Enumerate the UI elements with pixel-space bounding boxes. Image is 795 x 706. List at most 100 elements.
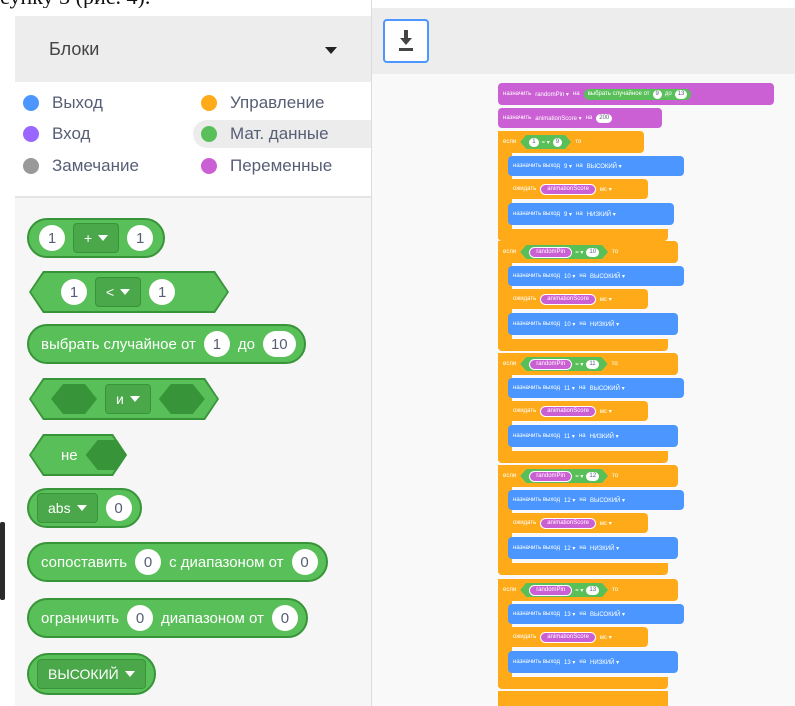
digital-write-low-block[interactable]: назначить выход 12 ▾ на НИЗКИЙ ▾ bbox=[508, 537, 678, 559]
if-block-header[interactable]: если randomPin = ▾ 10 то bbox=[498, 241, 678, 263]
unit-label: мс ▾ bbox=[599, 408, 612, 415]
block-label: назначить bbox=[503, 115, 532, 121]
if-block-header[interactable]: если randomPin = ▾ 13 то bbox=[498, 579, 678, 601]
constrain-block[interactable]: ограничить 0 диапазоном от 0 bbox=[27, 598, 308, 638]
right-operand[interactable]: 13 bbox=[586, 586, 599, 595]
value-input[interactable]: 0 bbox=[127, 605, 154, 631]
wait-block[interactable]: ожидать animationScore мс ▾ bbox=[508, 401, 648, 421]
wait-block[interactable]: ожидать animationScore мс ▾ bbox=[508, 179, 648, 199]
set-score-block[interactable]: назначить animationScore ▾ на 200 bbox=[498, 108, 662, 128]
to-input[interactable]: 10 bbox=[262, 331, 296, 357]
download-button[interactable] bbox=[383, 19, 429, 63]
digital-write-high-block[interactable]: назначить выход 13 ▾ на ВЫСОКИЙ ▾ bbox=[508, 604, 684, 624]
digital-write-high-block[interactable]: назначить выход 11 ▾ на ВЫСОКИЙ ▾ bbox=[508, 378, 684, 398]
from-input[interactable]: 9 bbox=[652, 89, 662, 99]
pin-dropdown[interactable]: 12 ▾ bbox=[564, 497, 575, 504]
from-input[interactable]: 0 bbox=[291, 549, 318, 575]
category-math[interactable]: Мат. данные bbox=[193, 120, 371, 148]
digital-write-low-block[interactable]: назначить выход 9 ▾ на НИЗКИЙ ▾ bbox=[508, 203, 674, 225]
level-dropdown[interactable]: ВЫСОКИЙ ▾ bbox=[590, 497, 625, 504]
and-block[interactable]: и bbox=[29, 378, 219, 420]
operator-dropdown[interactable]: + bbox=[73, 223, 120, 253]
wait-block[interactable]: ожидать animationScore мс ▾ bbox=[508, 289, 648, 309]
digital-write-high-block[interactable]: назначить выход 9 ▾ на ВЫСОКИЙ ▾ bbox=[508, 156, 684, 176]
value-input[interactable]: 0 bbox=[135, 549, 162, 575]
from-input[interactable]: 0 bbox=[271, 605, 298, 631]
empty-condition-slot[interactable] bbox=[159, 384, 205, 414]
level-dropdown[interactable]: НИЗКИЙ ▾ bbox=[587, 211, 616, 218]
right-operand-input[interactable]: 1 bbox=[127, 225, 154, 251]
category-control[interactable]: Управление bbox=[193, 89, 371, 117]
left-operand[interactable]: 1 bbox=[529, 138, 538, 147]
right-operand[interactable]: 9 bbox=[553, 138, 562, 147]
operator-dropdown[interactable]: < bbox=[95, 277, 141, 307]
right-operand-input[interactable]: 1 bbox=[149, 279, 175, 305]
pin-dropdown[interactable]: 12 ▾ bbox=[564, 545, 575, 552]
pin-dropdown[interactable]: 10 ▾ bbox=[564, 321, 575, 328]
level-dropdown[interactable]: НИЗКИЙ ▾ bbox=[590, 659, 619, 666]
pin-dropdown[interactable]: 13 ▾ bbox=[564, 611, 575, 618]
block-label: не bbox=[61, 446, 78, 464]
wait-block[interactable]: ожидать animationScore мс ▾ bbox=[508, 513, 648, 533]
pin-dropdown[interactable]: 11 ▾ bbox=[564, 385, 575, 392]
input-dot-icon bbox=[23, 126, 39, 142]
category-input[interactable]: Вход bbox=[15, 120, 185, 148]
value-input[interactable]: 200 bbox=[596, 113, 613, 123]
category-dropdown[interactable]: Блоки bbox=[15, 16, 371, 82]
right-operand[interactable]: 10 bbox=[586, 248, 599, 257]
abs-block[interactable]: abs 0 bbox=[27, 488, 142, 528]
compare-block[interactable]: 1 < 1 bbox=[29, 271, 229, 313]
if-block-header[interactable]: если randomPin = ▾ 11 то bbox=[498, 353, 678, 375]
value-input[interactable]: 0 bbox=[105, 495, 132, 521]
equals-condition: randomPin = ▾ 12 bbox=[520, 469, 608, 483]
level-dropdown[interactable]: ВЫСОКИЙ ▾ bbox=[590, 611, 625, 618]
digital-write-high-block[interactable]: назначить выход 12 ▾ на ВЫСОКИЙ ▾ bbox=[508, 490, 684, 510]
high-block[interactable]: ВЫСОКИЙ bbox=[27, 653, 156, 695]
level-dropdown[interactable]: ВЫСОКИЙ ▾ bbox=[590, 385, 625, 392]
if-block-header[interactable]: если randomPin = ▾ 12 то bbox=[498, 465, 678, 487]
category-output[interactable]: Выход bbox=[15, 89, 185, 117]
digital-write-low-block[interactable]: назначить выход 11 ▾ на НИЗКИЙ ▾ bbox=[508, 425, 678, 447]
empty-condition-slot[interactable] bbox=[51, 384, 97, 414]
set-random-pin-block[interactable]: назначить randomPin ▾ на выбрать случайное … bbox=[498, 83, 774, 105]
block-label: назначить bbox=[503, 91, 532, 97]
not-block[interactable]: не bbox=[29, 434, 127, 476]
level-dropdown[interactable]: НИЗКИЙ ▾ bbox=[590, 433, 619, 440]
level-dropdown[interactable]: НИЗКИЙ ▾ bbox=[590, 545, 619, 552]
block-label: на bbox=[579, 545, 587, 551]
random-reporter: выбрать случайное от 9 до 13 bbox=[583, 88, 692, 100]
pin-dropdown[interactable]: 10 ▾ bbox=[564, 273, 575, 280]
pin-dropdown[interactable]: 11 ▾ bbox=[564, 433, 575, 440]
pin-dropdown[interactable]: 9 ▾ bbox=[564, 163, 572, 170]
script-stack[interactable]: назначить randomPin ▾ на выбрать случайное … bbox=[372, 74, 795, 706]
digital-write-high-block[interactable]: назначить выход 10 ▾ на ВЫСОКИЙ ▾ bbox=[508, 266, 684, 286]
level-dropdown[interactable]: НИЗКИЙ ▾ bbox=[590, 321, 619, 328]
random-block[interactable]: выбрать случайное от 1 до 10 bbox=[27, 324, 306, 364]
output-dot-icon bbox=[23, 95, 39, 111]
function-dropdown[interactable]: abs bbox=[37, 493, 98, 523]
level-dropdown[interactable]: ВЫСОКИЙ ▾ bbox=[587, 163, 622, 170]
if-keyword: если bbox=[503, 473, 517, 479]
left-operand-input[interactable]: 1 bbox=[61, 279, 87, 305]
map-block[interactable]: сопоставить 0 с диапазоном от 0 bbox=[27, 542, 328, 582]
empty-condition-slot[interactable] bbox=[86, 440, 132, 470]
category-comment[interactable]: Замечание bbox=[15, 152, 185, 180]
operator-dropdown[interactable]: и bbox=[105, 384, 151, 414]
app-window: сунку 3 (рис. 4). Блоки Выход Управление… bbox=[0, 0, 795, 706]
pin-dropdown[interactable]: 13 ▾ bbox=[564, 659, 575, 666]
digital-write-low-block[interactable]: назначить выход 13 ▾ на НИЗКИЙ ▾ bbox=[508, 651, 678, 673]
digital-write-low-block[interactable]: назначить выход 10 ▾ на НИЗКИЙ ▾ bbox=[508, 313, 678, 335]
level-dropdown[interactable]: ВЫСОКИЙ ▾ bbox=[590, 273, 625, 280]
left-operand-input[interactable]: 1 bbox=[39, 225, 65, 251]
to-input[interactable]: 13 bbox=[674, 89, 688, 99]
category-variables[interactable]: Переменные bbox=[193, 152, 371, 180]
unit-label: мс ▾ bbox=[599, 634, 612, 641]
if-block-header[interactable]: если 1 = ▾ 9 то bbox=[498, 131, 644, 153]
level-dropdown[interactable]: ВЫСОКИЙ bbox=[37, 659, 146, 689]
right-operand[interactable]: 11 bbox=[586, 360, 598, 369]
wait-block[interactable]: ожидать animationScore мс ▾ bbox=[508, 627, 648, 647]
arithmetic-block[interactable]: 1 + 1 bbox=[27, 218, 166, 258]
right-operand[interactable]: 12 bbox=[586, 472, 599, 481]
pin-dropdown[interactable]: 9 ▾ bbox=[564, 211, 572, 218]
from-input[interactable]: 1 bbox=[203, 331, 230, 357]
